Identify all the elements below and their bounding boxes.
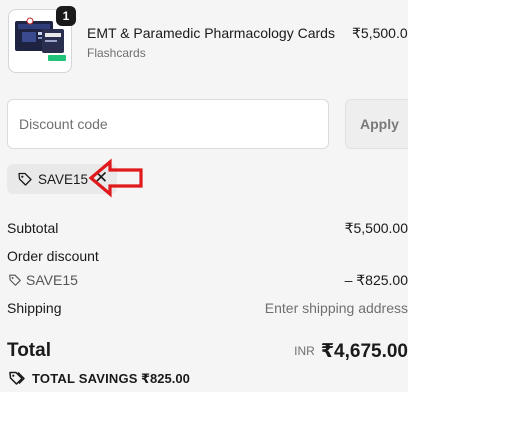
shipping-value: Enter shipping address — [264, 300, 408, 316]
discount-code-line: SAVE15 — [26, 272, 78, 288]
total-value-group: INR ₹4,675.00 — [294, 340, 408, 363]
savings-tag-icon — [9, 371, 25, 385]
total-amount: ₹4,675.00 — [320, 341, 408, 362]
product-price: ₹5,500.00 — [352, 25, 408, 41]
total-label: Total — [7, 340, 51, 361]
red-arrow-pointer — [88, 158, 143, 198]
discount-code-input[interactable] — [7, 99, 329, 149]
tag-icon — [18, 172, 32, 186]
product-title: EMT & Paramedic Pharmacology Cards — [87, 25, 335, 41]
subtotal-label: Subtotal — [7, 220, 59, 236]
shipping-label: Shipping — [7, 300, 62, 316]
total-savings-label: TOTAL SAVINGS — [32, 371, 138, 386]
quantity-badge: 1 — [56, 6, 76, 26]
total-savings-amount: ₹825.00 — [141, 371, 190, 386]
applied-code-label: SAVE15 — [38, 172, 89, 187]
subtotal-value: ₹5,500.00 — [344, 220, 408, 236]
discount-value: – ₹825.00 — [344, 272, 408, 288]
currency-code: INR — [294, 344, 315, 358]
apply-button[interactable]: Apply — [345, 99, 408, 149]
order-summary-panel: 1 EMT & Paramedic Pharmacology Cards Fla… — [0, 0, 408, 392]
product-subtitle: Flashcards — [87, 46, 146, 60]
tag-icon — [9, 274, 21, 286]
order-discount-label: Order discount — [7, 248, 99, 264]
